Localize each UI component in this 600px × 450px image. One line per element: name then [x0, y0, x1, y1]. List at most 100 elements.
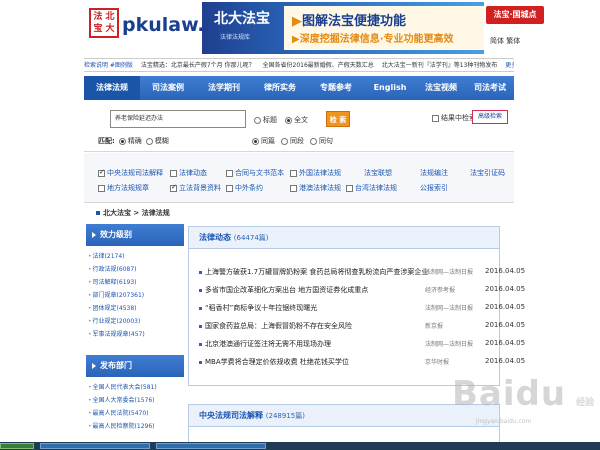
header-banner[interactable]: 北大法宝 法律法规库 ▶图解法宝便捷功能 ▶深度挖掘法律信息·专业功能更高效 [202, 2, 484, 54]
taskbar-window[interactable] [40, 443, 150, 449]
news-row[interactable]: “稻香村”商标争议十年拉锯终现曙光 法制网—法制日报 2016.04.05 [199, 303, 525, 316]
sidebar-heading[interactable]: 效力级别 [86, 224, 184, 246]
sidebar-item[interactable]: •军事法规规章(457) [86, 328, 184, 341]
sidebar-item[interactable]: •司法解释(6193) [86, 276, 184, 289]
same-paragraph-radio[interactable]: 同段 [281, 136, 304, 146]
sidebar: 效力级别 •法律(2174) •行政法规(6087) •司法解释(6193) •… [86, 224, 184, 450]
sidebar-item[interactable]: •部门规章(207361) [86, 289, 184, 302]
bullet-icon [199, 342, 202, 346]
seal-char: 宝 [93, 24, 103, 34]
radio-selected-icon [252, 137, 259, 145]
category-checkbox[interactable]: 地方法规规章 [98, 183, 149, 193]
scope-options: 标题 全文 [254, 115, 308, 125]
checkbox-checked-icon [98, 168, 105, 177]
page: 法 北 宝 大 pkulaw.cn 北大法宝 法律法规库 ▶图解法宝便捷功能 ▶… [84, 0, 544, 450]
category-link[interactable]: 法宝引证码 [470, 168, 505, 178]
search-input[interactable]: 养老保险延迟办法 [110, 110, 246, 128]
bullet-icon: • [88, 266, 92, 273]
news-row[interactable]: 上海警方破获1.7万罐冒牌奶粉案 食药总局将彻查乳粉流向严查涉案企业 法制网—法制… [199, 267, 525, 280]
bullet-icon [199, 324, 202, 328]
tab-exam[interactable]: 司法考试 [466, 76, 514, 100]
slogan-line-1: ▶图解法宝便捷功能 [292, 14, 407, 29]
news-row[interactable]: MBA学费将合理定价依规收费 杜绝花钱买学位 京华时报 2016.04.05 [199, 357, 525, 370]
sidebar-item[interactable]: •团体规定(4538) [86, 302, 184, 315]
bullet-icon: • [88, 410, 92, 417]
category-grid: 中央法规司法解释 法律动态 合同与文书范本 外国法律法规 法宝联想 法规编注 法… [84, 153, 514, 203]
tab-video[interactable]: 法宝视频 [416, 76, 466, 100]
tab-journals[interactable]: 法学期刊 [196, 76, 252, 100]
category-checkbox[interactable]: 台湾法律法规 [346, 183, 397, 193]
breadcrumb: 北大法宝 > 法律法规 [96, 208, 170, 218]
checkbox-icon [226, 184, 233, 192]
bullet-icon [199, 270, 202, 274]
match-exact-radio[interactable]: 精确 [118, 136, 142, 146]
category-checkbox[interactable]: 外国法律法规 [290, 168, 341, 178]
ticker-item[interactable]: 北大法宝一新刊『法学刊』等13种刊物发布 [382, 62, 498, 69]
bullet-icon: • [88, 423, 92, 430]
main-nav: 法律法规 司法案例 法学期刊 律所实务 专题参考 English 法宝视频 司法… [84, 76, 514, 100]
bullet-icon: • [88, 384, 92, 391]
panel-heading[interactable]: 法律动态 (64474篇) [189, 227, 499, 249]
slogan-line-2: ▶深度挖掘法律信息·专业功能更高效 [292, 34, 454, 45]
scope-title-radio[interactable]: 标题 [254, 115, 277, 125]
radio-icon [254, 116, 261, 124]
tab-laws[interactable]: 法律法规 [84, 76, 140, 100]
news-row[interactable]: 北京港澳通行证签注将无需不用现场办理 法制网—法制日报 2016.04.05 [199, 339, 525, 352]
language-switch[interactable]: 简体 繁体 [490, 36, 520, 46]
seal-char: 大 [105, 24, 115, 34]
news-row[interactable]: 国家食药监总局：上海假冒奶粉不存在安全风险 新京报 2016.04.05 [199, 321, 525, 334]
square-bullet-icon [96, 211, 100, 215]
search-button[interactable]: 检 索 [326, 111, 350, 127]
legal-news-panel: 法律动态 (64474篇) 上海警方破获1.7万罐冒牌奶粉案 食药总局将彻查乳粉… [188, 226, 525, 386]
news-row[interactable]: 多省市国企改革细化方案出台 地方国资证券化成重点 经济参考报 2016.04.05 [199, 285, 525, 298]
sidebar-item[interactable]: •最高人民法院(5470) [86, 407, 184, 420]
seal-char: 法 [93, 12, 103, 22]
sidebar-heading[interactable]: 发布部门 [86, 355, 184, 377]
sidebar-item[interactable]: •行政法规(6087) [86, 263, 184, 276]
tab-practice[interactable]: 律所实务 [252, 76, 308, 100]
news-ticker: 检索说明 #图例版 法宝精选：北京最长产假7个月 你那儿呢？ 全国各省份2016… [84, 58, 514, 72]
sidebar-item[interactable]: •最高人民检察院(1296) [86, 420, 184, 433]
bullet-icon: • [88, 318, 92, 325]
tab-topics[interactable]: 专题参考 [308, 76, 364, 100]
fabao-badge[interactable]: 法宝·国城点 [486, 6, 544, 24]
search-in-results-checkbox[interactable]: 结果中检索 [432, 113, 476, 123]
watermark-url: jingyan.baidu.com [476, 418, 532, 425]
ticker-item[interactable]: 检索说明 #图例版 [84, 62, 133, 69]
ticker-item[interactable]: 法宝精选：北京最长产假7个月 你那儿呢？ [141, 62, 255, 69]
checkbox-icon [432, 114, 439, 122]
category-checkbox[interactable]: 港澳法律法规 [290, 183, 341, 193]
tab-english[interactable]: English [364, 76, 416, 100]
banner-slogan: ▶图解法宝便捷功能 ▶深度挖掘法律信息·专业功能更高效 [284, 6, 484, 50]
sidebar-item[interactable]: •全国人大常委会(1576) [86, 394, 184, 407]
match-fuzzy-radio[interactable]: 模糊 [145, 136, 169, 146]
category-checkbox[interactable]: 法律动态 [170, 168, 207, 178]
category-link[interactable]: 法规编注 [420, 168, 448, 178]
scope-fulltext-radio[interactable]: 全文 [285, 115, 308, 125]
category-checkbox[interactable]: 合同与文书范本 [226, 168, 284, 178]
ticker-more-link[interactable]: 更多 [505, 62, 514, 69]
radio-icon [310, 137, 317, 145]
start-button[interactable] [0, 443, 34, 449]
same-article-radio[interactable]: 同篇 [252, 136, 275, 146]
sidebar-item[interactable]: •全国人民代表大会(581) [86, 381, 184, 394]
bullet-icon [199, 288, 202, 292]
sidebar-item[interactable]: •行业规定(20003) [86, 315, 184, 328]
category-link[interactable]: 法宝联想 [364, 168, 392, 178]
ticker-item[interactable]: 全国各省份2016最新婚假、产假天数汇总 [263, 62, 374, 69]
advanced-search-button[interactable]: 高级检索 [472, 110, 508, 124]
same-sentence-radio[interactable]: 同句 [310, 136, 333, 146]
sidebar-item[interactable]: •法律(2174) [86, 250, 184, 263]
category-link[interactable]: 公报索引 [420, 183, 448, 193]
category-checkbox[interactable]: 中央法规司法解释 [98, 168, 163, 178]
checkbox-icon [290, 169, 297, 177]
site-header: 法 北 宝 大 pkulaw.cn 北大法宝 法律法规库 ▶图解法宝便捷功能 ▶… [84, 0, 544, 58]
taskbar-window[interactable] [156, 443, 266, 449]
category-checkbox[interactable]: 立法背景资料 [170, 183, 221, 193]
site-seal-logo[interactable]: 法 北 宝 大 [89, 8, 119, 38]
category-checkbox[interactable]: 中外条约 [226, 183, 263, 193]
tab-cases[interactable]: 司法案例 [140, 76, 196, 100]
bullet-icon: • [88, 292, 92, 299]
match-label: 匹配: [98, 137, 115, 145]
